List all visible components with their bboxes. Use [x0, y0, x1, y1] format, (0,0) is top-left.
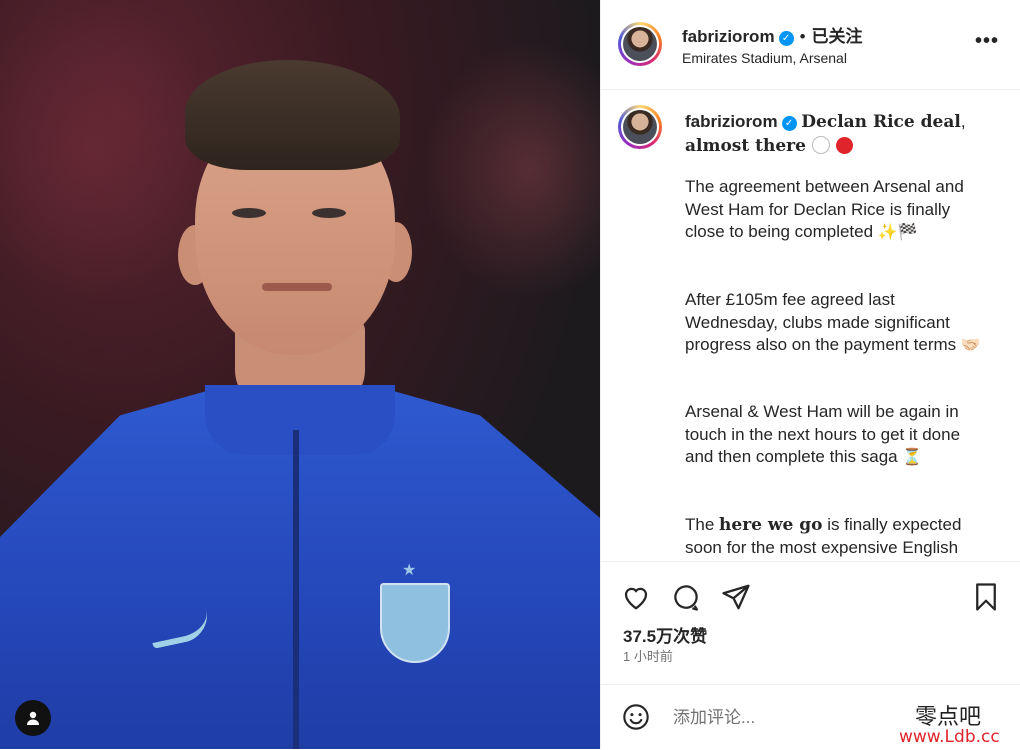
handshake-icon: 🤝🏻 [960, 337, 981, 354]
instagram-post-view: ★ fabriziorom ✓ • 已关注 Emirates Stadium, Ars… [0, 0, 1020, 749]
caption-comma: , [960, 112, 966, 131]
paragraph-text: After £105m fee agreed last Wednesday, c… [685, 290, 957, 354]
caption-paragraph-4: The here we go is finally expected soon … [685, 514, 990, 559]
emoji-smile-icon[interactable] [622, 703, 650, 731]
separator: • [799, 27, 806, 46]
verified-badge-icon: ✓ [781, 116, 797, 131]
location-link[interactable]: Emirates Stadium, Arsenal [682, 50, 847, 66]
jacket-zip [293, 430, 299, 749]
mouth [262, 283, 332, 291]
jacket-collar [205, 385, 395, 455]
paragraph-text: The [685, 515, 720, 534]
follow-status-button[interactable]: 已关注 [812, 27, 863, 46]
caption-paragraph-3: Arsenal & West Ham will be again in touc… [685, 401, 990, 470]
bookmark-icon[interactable] [971, 582, 1001, 612]
comment-icon[interactable] [671, 582, 701, 612]
sparkles-flag-icon: ✨🏁 [877, 224, 918, 241]
post-sidebar: fabriziorom ✓ • 已关注 Emirates Stadium, Arsen… [600, 0, 1020, 749]
caption-headline-2: almost there [685, 136, 806, 156]
hair [185, 60, 400, 170]
white-circle-icon [811, 136, 830, 154]
header-name-line: fabriziorom ✓ • 已关注 [682, 22, 863, 47]
caption-username-link[interactable]: fabriziorom [685, 112, 778, 131]
eye [312, 208, 346, 218]
share-icon[interactable] [721, 582, 751, 612]
here-we-go-text: here we go [719, 515, 823, 535]
heart-icon[interactable] [621, 582, 651, 612]
caption-paragraph-1: The agreement between Arsenal and West H… [685, 176, 990, 245]
watermark-url: www.Ldb.cc [899, 727, 1000, 747]
caption: fabriziorom ✓ Declan Rice deal, almost th… [601, 90, 1020, 560]
post-time[interactable]: 1 小时前 [623, 646, 673, 665]
paragraph-text: The agreement between Arsenal and West H… [685, 177, 964, 241]
likes-count[interactable]: 37.5万次赞 [623, 622, 707, 647]
post-header: fabriziorom ✓ • 已关注 Emirates Stadium, Arsen… [601, 0, 1020, 90]
more-horizontal-icon[interactable]: ••• [975, 30, 999, 53]
hourglass-icon: ⏳ [902, 449, 923, 466]
eye [232, 208, 266, 218]
england-crest [380, 583, 450, 663]
star-icon: ★ [402, 562, 417, 579]
background-blur [420, 40, 600, 300]
comment-input[interactable] [671, 705, 895, 731]
verified-badge-icon: ✓ [778, 31, 794, 46]
username-link[interactable]: fabriziorom [682, 27, 775, 46]
tagged-user-icon[interactable] [15, 700, 51, 736]
post-image[interactable]: ★ [0, 0, 600, 749]
avatar[interactable] [618, 105, 662, 149]
red-circle-icon [835, 137, 853, 154]
caption-headline: Declan Rice deal [801, 112, 961, 132]
caption-paragraph-2: After £105m fee agreed last Wednesday, c… [685, 289, 990, 358]
comment-bar: 零点吧 www.Ldb.cc [601, 684, 1020, 750]
avatar[interactable] [618, 22, 662, 66]
action-bar: 37.5万次赞 1 小时前 [601, 561, 1020, 684]
caption-title: fabriziorom ✓ Declan Rice deal, almost th… [685, 110, 1005, 158]
